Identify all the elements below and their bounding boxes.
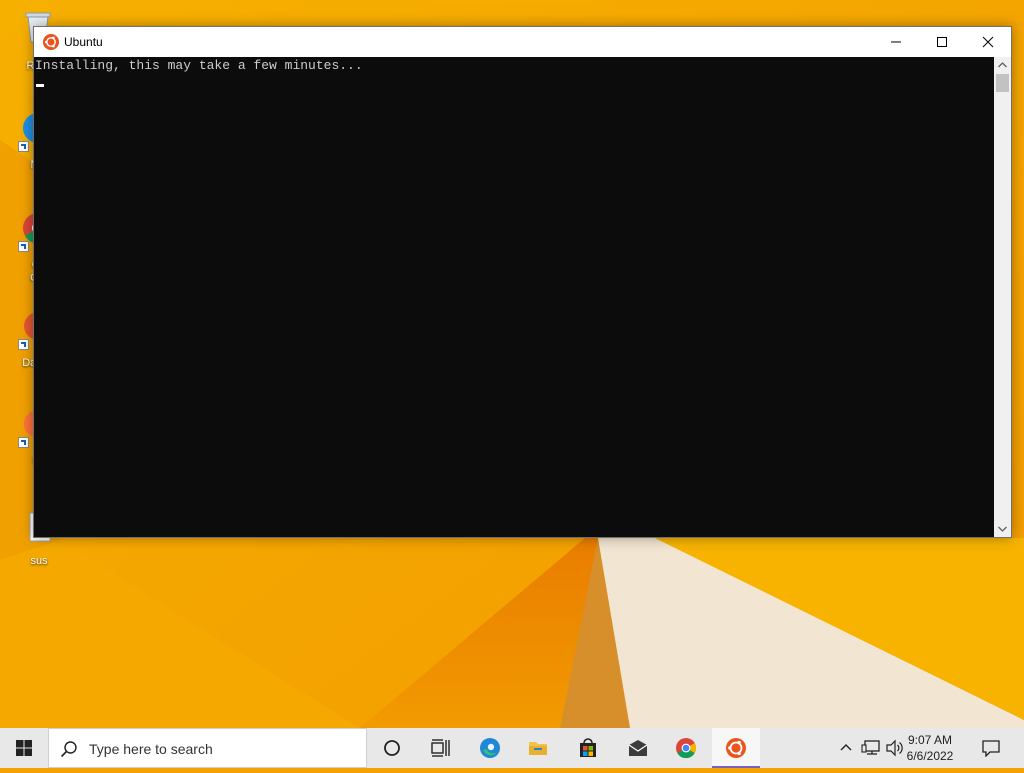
- maximize-button[interactable]: [919, 27, 965, 57]
- minimize-button[interactable]: [873, 27, 919, 57]
- chrome-icon: [676, 738, 697, 759]
- scroll-up-arrow-icon[interactable]: [994, 57, 1011, 74]
- clock-date[interactable]: 6/6/2022: [895, 749, 965, 763]
- shortcut-arrow-icon: [18, 339, 29, 350]
- close-icon: [982, 36, 994, 48]
- clock-time[interactable]: 9:07 AM: [895, 733, 965, 747]
- scroll-down-arrow-icon[interactable]: [994, 520, 1011, 537]
- taskbar-file-explorer[interactable]: [514, 728, 562, 768]
- window-title: Ubuntu: [64, 35, 103, 49]
- store-icon: [580, 738, 596, 757]
- vertical-scrollbar[interactable]: [994, 57, 1011, 537]
- shortcut-arrow-icon: [18, 437, 29, 448]
- taskbar-mail[interactable]: [614, 728, 662, 768]
- maximize-icon: [937, 37, 947, 47]
- shortcut-arrow-icon: [18, 141, 29, 152]
- window-titlebar[interactable]: Ubuntu: [34, 27, 1011, 57]
- circle-icon: [384, 740, 400, 756]
- search-placeholder: Type here to search: [89, 741, 213, 757]
- taskbar-google-chrome[interactable]: [662, 728, 710, 768]
- start-button[interactable]: [0, 728, 48, 768]
- folder-icon: [529, 742, 547, 755]
- edge-icon: [480, 738, 500, 758]
- ubuntu-icon: [43, 34, 59, 50]
- taskbar: Type here to search 9:07 AM 6/6/2022: [0, 728, 1024, 768]
- console-area[interactable]: Installing, this may take a few minutes.…: [34, 57, 994, 537]
- desktop-icon-label: sus: [30, 555, 48, 567]
- taskbar-task-view[interactable]: [416, 728, 464, 768]
- scrollbar-thumb[interactable]: [996, 74, 1009, 92]
- mail-icon: [628, 740, 648, 756]
- taskbar-cortana[interactable]: [368, 728, 416, 768]
- ubuntu-icon: [726, 738, 746, 758]
- search-icon: [60, 741, 77, 758]
- show-hidden-icons-chevron-icon[interactable]: [838, 741, 854, 755]
- search-box[interactable]: Type here to search: [48, 728, 367, 768]
- shortcut-arrow-icon: [18, 241, 29, 252]
- network-icon[interactable]: [861, 739, 881, 757]
- text-cursor: [36, 84, 44, 87]
- taskbar-ubuntu[interactable]: [712, 728, 760, 768]
- minimize-icon: [891, 41, 901, 43]
- windows-logo-icon: [16, 740, 32, 756]
- close-button[interactable]: [965, 27, 1011, 57]
- ubuntu-window[interactable]: Ubuntu Installing, this may take a few m…: [33, 26, 1012, 538]
- taskbar-microsoft-edge[interactable]: [466, 728, 514, 768]
- console-output: Installing, this may take a few minutes.…: [35, 58, 363, 73]
- task-view-icon: [431, 739, 450, 757]
- action-center-icon[interactable]: [981, 739, 1001, 757]
- taskbar-microsoft-store[interactable]: [564, 728, 612, 768]
